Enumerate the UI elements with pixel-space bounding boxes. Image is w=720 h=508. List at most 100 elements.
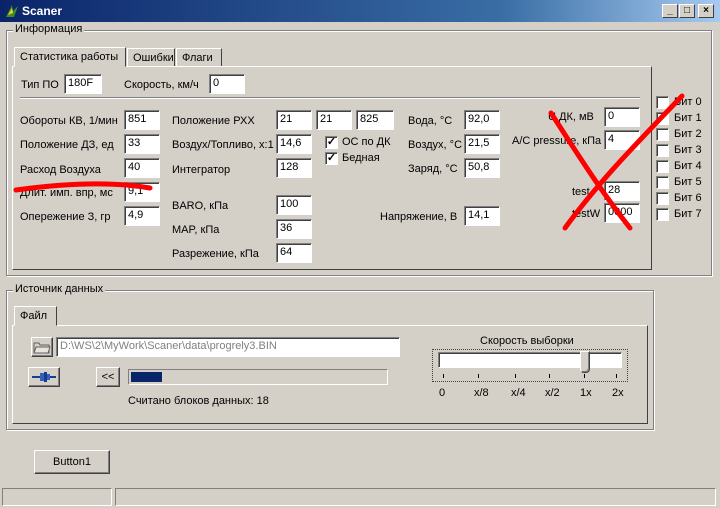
rxx-field-2[interactable]: 21 (316, 110, 352, 130)
button1[interactable]: Button1 (34, 450, 110, 474)
testw-label: testW (572, 208, 601, 220)
maximize-button[interactable]: □ (679, 4, 695, 18)
info-group-title: Информация (13, 23, 85, 35)
throttle-label: Положение ДЗ, ед (20, 139, 114, 151)
speed-tick-label: 2x (612, 387, 624, 399)
bit-6-label: Бит 6 (674, 192, 702, 204)
title-bar: Scaner _ □ × (0, 0, 720, 22)
folder-icon (33, 342, 51, 354)
bit-2-label: Бит 2 (674, 128, 702, 140)
map-label: MAP, кПа (172, 224, 220, 236)
speed-tick-label: x/8 (474, 387, 489, 399)
tab-oshibki[interactable]: Ошибки (127, 48, 175, 67)
airflow-field[interactable]: 40 (124, 158, 160, 178)
rxx-field-1[interactable]: 21 (276, 110, 312, 130)
bit-4-label: Бит 4 (674, 160, 702, 172)
blocks-read-label: Считано блоков данных: 18 (128, 395, 269, 407)
airflow-label: Расход Воздуха (20, 164, 101, 176)
test-label: test (572, 186, 590, 198)
bit-1-label: Бит 1 (674, 112, 702, 124)
u-dk-field[interactable]: 0 (604, 107, 640, 127)
speed-tick-label: 1x (580, 387, 592, 399)
tab-statistika[interactable]: Статистика работы (14, 47, 126, 67)
baro-field[interactable]: 100 (276, 195, 312, 215)
os-dk-label: ОС по ДК (342, 136, 391, 148)
rpm-label: Обороты КВ, 1/мин (20, 115, 118, 127)
charge-temp-label: Заряд, °C (408, 163, 458, 175)
water-temp-field[interactable]: 92,0 (464, 110, 500, 130)
rewind-button[interactable]: << (96, 367, 120, 387)
testw-field[interactable]: 0000 (604, 203, 640, 223)
speed-label: Скорость, км/ч (124, 79, 199, 91)
close-button[interactable]: × (698, 4, 714, 18)
speed-tick-mark (616, 374, 617, 378)
status-cell-1 (2, 488, 112, 506)
advance-field[interactable]: 4,9 (124, 206, 160, 226)
bit-0-label: Бит 0 (674, 96, 702, 108)
integrator-field[interactable]: 128 (276, 158, 312, 178)
bit-0-checkbox[interactable] (656, 96, 669, 109)
ac-pressure-label: A/C pressure, кПа (512, 135, 602, 147)
u-dk-label: U ДК, мВ (548, 111, 594, 123)
charge-temp-field[interactable]: 50,8 (464, 158, 500, 178)
vacuum-label: Разрежение, кПа (172, 248, 259, 260)
minimize-button[interactable]: _ (662, 4, 678, 18)
bednaya-checkbox[interactable]: ✓ (325, 152, 338, 165)
air-fuel-label: Воздух/Топливо, x:1 (172, 139, 274, 151)
map-field[interactable]: 36 (276, 219, 312, 239)
vacuum-field[interactable]: 64 (276, 243, 312, 263)
open-folder-button[interactable] (31, 337, 53, 357)
voltage-label: Напряжение, В (380, 211, 458, 223)
status-cell-2 (115, 488, 716, 506)
source-group-title: Источник данных (13, 283, 106, 295)
connect-button[interactable] (28, 367, 60, 387)
speed-tick-label: x/2 (545, 387, 560, 399)
injection-label: Длит. имп. впр, мс (20, 187, 113, 199)
tab-file[interactable]: Файл (14, 306, 57, 326)
integrator-label: Интегратор (172, 164, 231, 176)
speed-tick-mark (549, 374, 550, 378)
plug-icon (32, 372, 56, 382)
rpm-field[interactable]: 851 (124, 110, 160, 130)
speed-tick-mark (478, 374, 479, 378)
bit-3-checkbox[interactable] (656, 144, 669, 157)
test-field[interactable]: 28 (604, 181, 640, 201)
air-temp-label: Воздух, °C (408, 139, 463, 151)
os-dk-checkbox[interactable]: ✓ (325, 136, 338, 149)
bit-5-checkbox[interactable] (656, 176, 669, 189)
tab-flagi[interactable]: Флаги (176, 48, 222, 67)
air-fuel-field[interactable]: 14,6 (276, 134, 312, 154)
baro-label: BARO, кПа (172, 200, 229, 212)
ac-pressure-field[interactable]: 4 (604, 130, 640, 150)
voltage-field[interactable]: 14,1 (464, 206, 500, 226)
bit-4-checkbox[interactable] (656, 160, 669, 173)
speed-tick-mark (515, 374, 516, 378)
bit-3-label: Бит 3 (674, 144, 702, 156)
file-path-field[interactable]: D:\WS\2\MyWork\Scaner\data\progrely3.BIN (56, 337, 400, 357)
read-progress-bar (128, 369, 388, 385)
bit-7-label: Бит 7 (674, 208, 702, 220)
tip-po-label: Тип ПО (21, 79, 59, 91)
bit-6-checkbox[interactable] (656, 192, 669, 205)
throttle-field[interactable]: 33 (124, 134, 160, 154)
bit-5-label: Бит 5 (674, 176, 702, 188)
window-title: Scaner (22, 4, 63, 18)
read-progress-fill (131, 372, 162, 382)
speed-field[interactable]: 0 (209, 74, 245, 94)
speed-tick-label: x/4 (511, 387, 526, 399)
tip-po-field[interactable]: 180F (64, 74, 102, 94)
speed-tick-mark (443, 374, 444, 378)
sampling-speed-track[interactable] (438, 352, 622, 368)
bit-2-checkbox[interactable] (656, 128, 669, 141)
speed-tick-mark (584, 374, 585, 378)
sampling-speed-thumb[interactable] (580, 351, 590, 373)
speed-tick-label: 0 (439, 387, 446, 399)
injection-field[interactable]: 9,1 (124, 182, 160, 202)
air-temp-field[interactable]: 21,5 (464, 134, 500, 154)
separator (20, 97, 640, 99)
rxx-field-3[interactable]: 825 (356, 110, 394, 130)
rxx-label: Положение РХХ (172, 115, 255, 127)
app-icon (6, 5, 18, 17)
bit-7-checkbox[interactable] (656, 208, 669, 221)
bit-1-checkbox[interactable]: ✓ (656, 112, 669, 125)
